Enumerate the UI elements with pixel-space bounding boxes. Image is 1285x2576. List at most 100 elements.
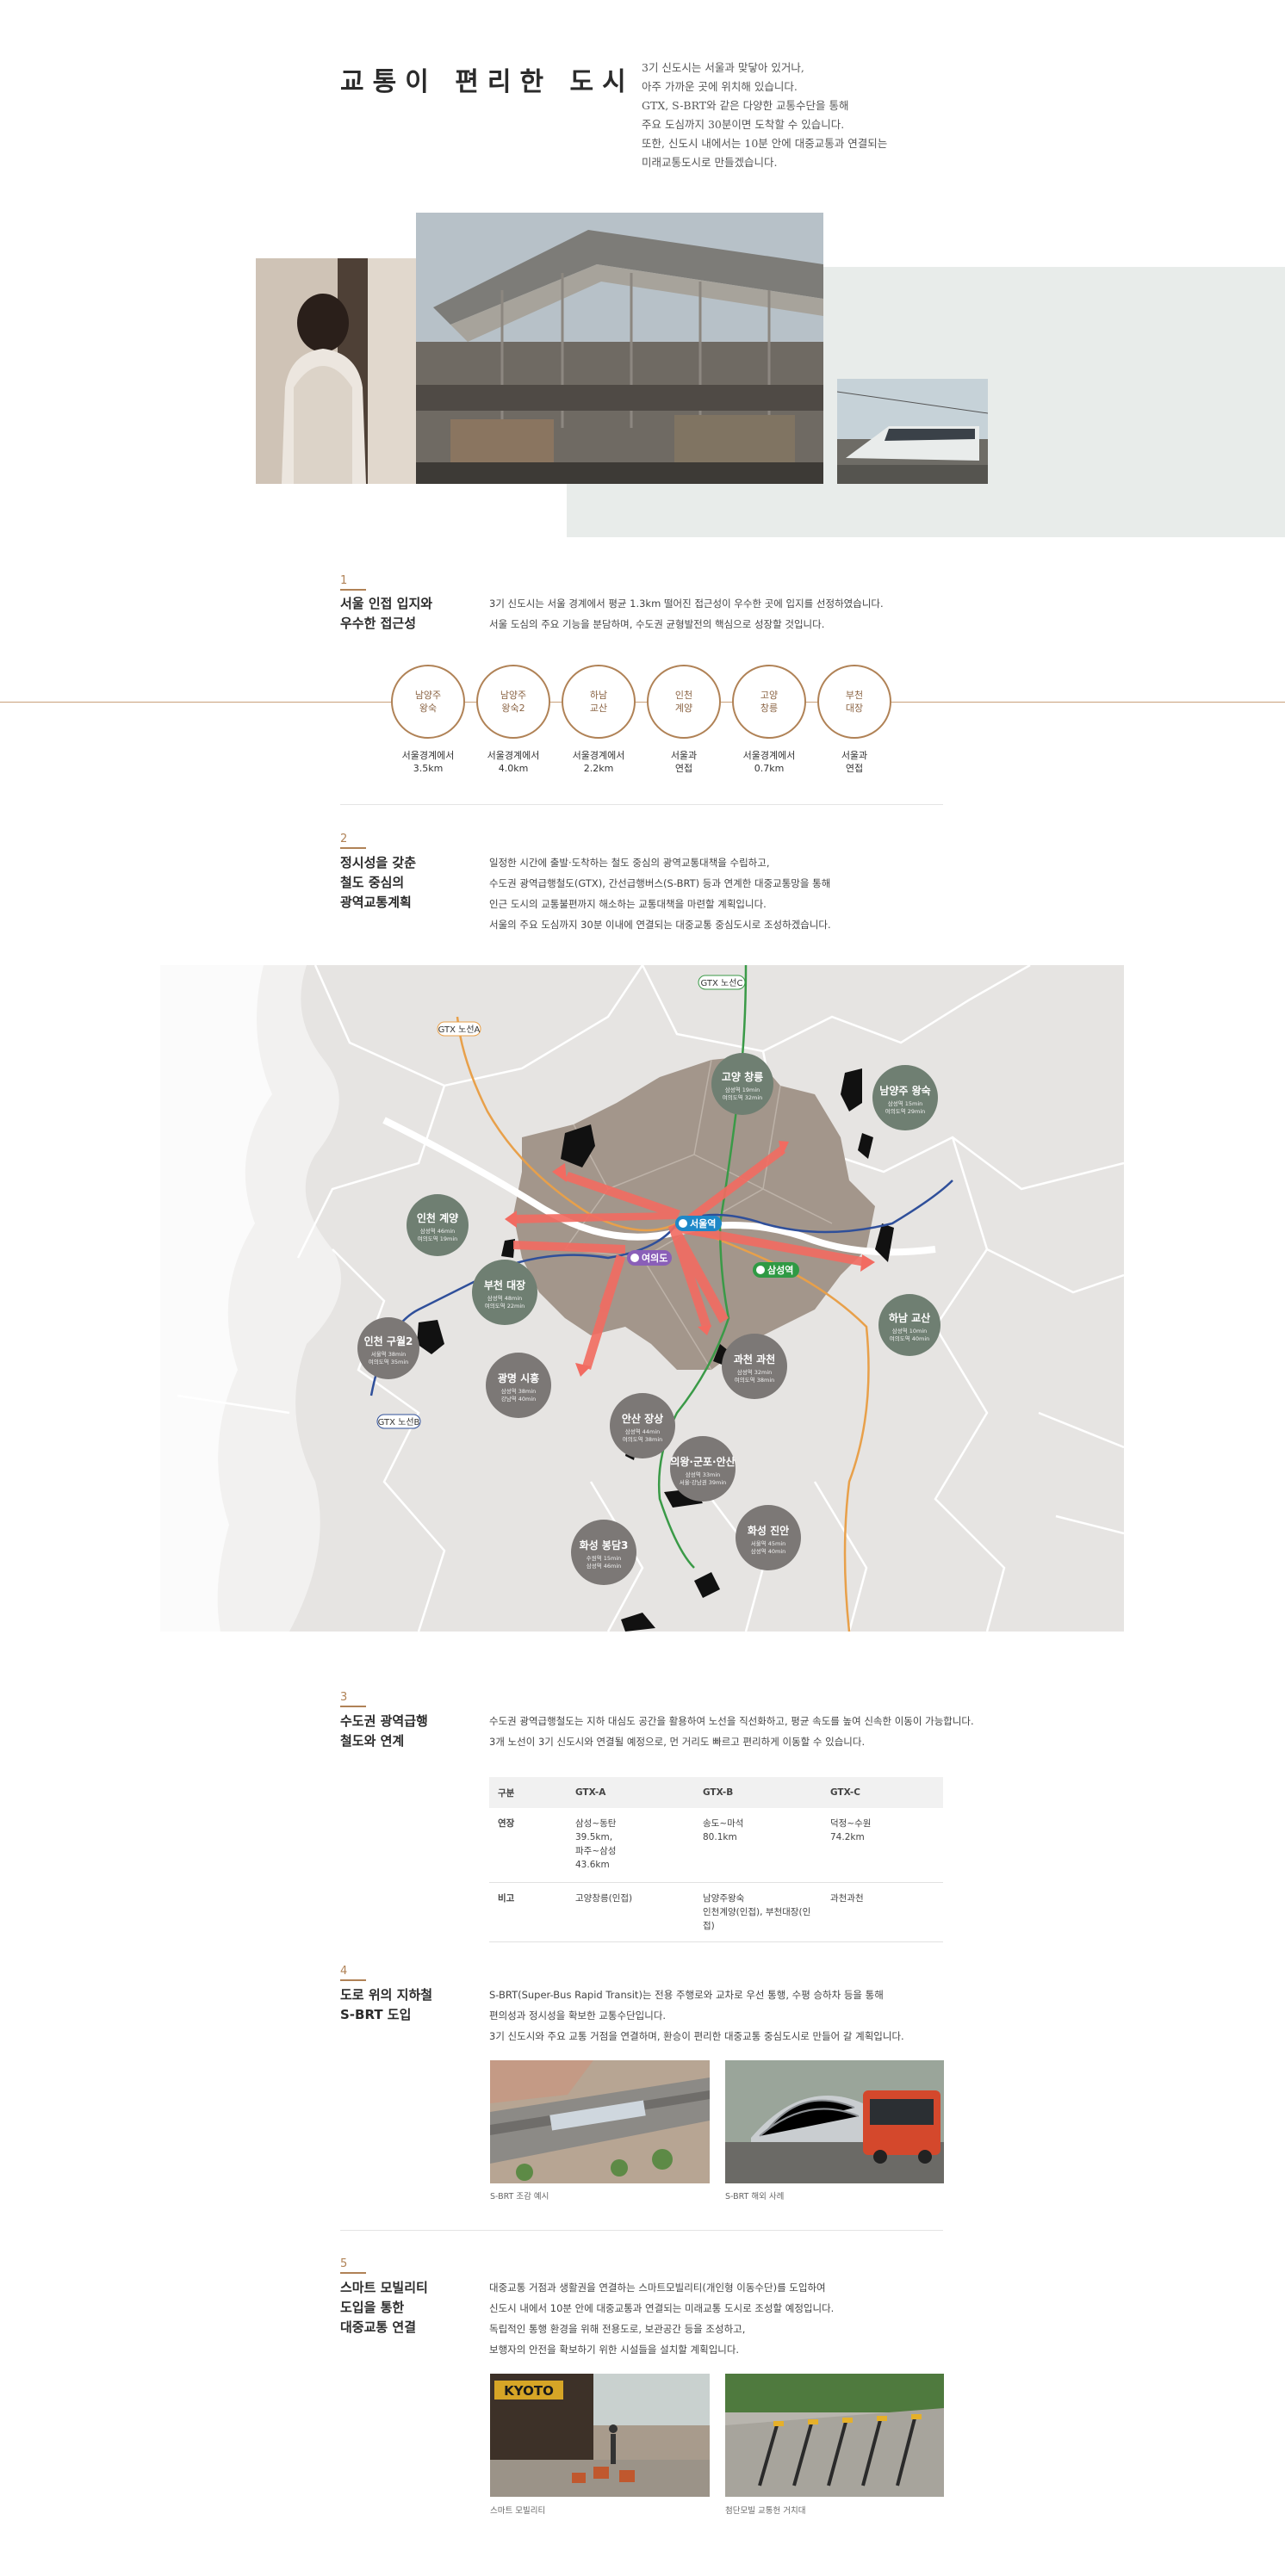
city-badge-info: 삼성역 38min	[501, 1387, 537, 1395]
section-separator	[340, 2230, 943, 2231]
circle-label: 왕숙	[419, 703, 438, 714]
caption-line: 서울경계에서	[742, 750, 796, 761]
table-cell: 송도~마석 80.1km	[694, 1808, 822, 1883]
station-yeouido: 여의도	[642, 1252, 667, 1264]
circle-caption: 서울경계에서 0.7km	[726, 749, 812, 775]
map-line-tag-c: GTX 노선C	[701, 978, 743, 988]
caption-line: 4.0km	[498, 763, 529, 774]
body-line: 일정한 시간에 출발·도착하는 철도 중심의 광역교통대책을 수립하고,	[489, 857, 770, 869]
circle-label: 고양	[760, 690, 779, 701]
gtx-table: 구분 GTX-A GTX-B GTX-C 연장 삼성~동탄 39.5km, 파주…	[489, 1777, 943, 1942]
city-badge	[407, 1194, 469, 1256]
circle-row-line	[0, 702, 1285, 703]
section-body: S-BRT(Super-Bus Rapid Transit)는 전용 주행로와 …	[489, 1985, 904, 2047]
map-line-tag-b: GTX 노선B	[378, 1417, 420, 1427]
body-line: 서울 도심의 주요 기능을 분담하며, 수도권 균형발전의 핵심으로 성장할 것…	[489, 618, 825, 630]
section-divider	[340, 1979, 366, 1981]
scooter-rack-photo	[725, 2374, 944, 2497]
cell-line: 덕정~수원	[830, 1818, 872, 1829]
body-line: 독립적인 통행 환경을 위해 전용도로, 보관공간 등을 조성하고,	[489, 2323, 746, 2335]
circle-caption: 서울경계에서 2.2km	[556, 749, 642, 775]
city-badge-name: 화성 봉담3	[580, 1539, 629, 1551]
city-badge-name: 인천 계양	[417, 1211, 458, 1224]
section-title-line: 광역교통계획	[340, 895, 412, 910]
circle-caption: 서울경계에서 4.0km	[470, 749, 556, 775]
section-number: 2	[340, 833, 348, 845]
section-divider	[340, 589, 366, 591]
intro-line: GTX, S-BRT와 같은 다양한 교통수단을 통해	[642, 99, 849, 112]
city-badge	[711, 1053, 773, 1115]
circle-caption: 서울경계에서 3.5km	[385, 749, 471, 775]
caption-line: 3.5km	[413, 763, 444, 774]
city-badge-info: 삼성역 40min	[751, 1547, 786, 1555]
city-badge	[357, 1317, 419, 1379]
section-divider	[340, 847, 366, 849]
table-row: 연장 삼성~동탄 39.5km, 파주~삼성 43.6km 송도~마석 80.1…	[489, 1808, 943, 1883]
circle-label: 남양주	[500, 690, 527, 701]
map-line-tag-a: GTX 노선A	[438, 1025, 481, 1035]
sbrt-overseas-photo	[725, 2060, 944, 2183]
section-title-line: 도로 위의 지하철	[340, 1987, 433, 2003]
table-row: 비고 고양창릉(인접) 남양주왕숙 인천계양(인접), 부천대장(인접) 과천과…	[489, 1882, 943, 1942]
intro-line: 주요 도심까지 30분이면 도착할 수 있습니다.	[642, 118, 845, 131]
storefront-sign: KYOTO	[504, 2383, 554, 2399]
city-circle-namyangju: 남양주 왕숙	[391, 665, 465, 739]
woman-photo	[256, 258, 416, 484]
circle-label: 창릉	[760, 703, 779, 714]
section-title-line: 대중교통 연결	[340, 2319, 417, 2335]
circle-label: 인천	[674, 690, 693, 701]
cell-line: 인천계양(인접), 부천대장(인접)	[703, 1907, 811, 1931]
section-body: 일정한 시간에 출발·도착하는 철도 중심의 광역교통대책을 수립하고, 수도권…	[489, 852, 831, 935]
cell-line: 고양창릉(인접)	[575, 1893, 633, 1904]
city-circle-goyang: 고양 창릉	[732, 665, 806, 739]
section-title-line: 수도권 광역급행	[340, 1713, 428, 1729]
body-line: 신도시 내에서 10분 안에 대중교통과 연결되는 미래교통 도시로 조성할 예…	[489, 2302, 835, 2314]
section-title-line: 스마트 모빌리티	[340, 2280, 428, 2295]
section-number: 3	[340, 1691, 348, 1704]
city-badge-name: 인천 구월2	[364, 1334, 413, 1347]
photo-caption: S-BRT 조감 예시	[490, 2192, 549, 2201]
city-badge-info: 여의도역 35min	[369, 1358, 409, 1365]
section-title: 수도권 광역급행 철도와 연계	[340, 1712, 428, 1751]
body-line: 3기 신도시는 서울 경계에서 평균 1.3km 떨어진 접근성이 우수한 곳에…	[489, 598, 884, 610]
city-badge-info: 삼성역 33min	[686, 1471, 721, 1478]
city-badge-info: 삼성역 46min	[420, 1227, 456, 1235]
caption-line: 서울과	[841, 750, 868, 761]
section-number: 5	[340, 2257, 348, 2270]
cell-line: 과천과천	[830, 1893, 864, 1904]
city-badge-name: 하남 교산	[889, 1311, 930, 1324]
city-badge-info: 삼성역 32min	[737, 1368, 773, 1376]
city-badge	[736, 1505, 801, 1570]
body-line: 보행자의 안전을 확보하기 위한 시설들을 설치할 계획입니다.	[489, 2344, 740, 2356]
section-title-line: S-BRT 도입	[340, 2007, 412, 2022]
section-title-line: 철도와 연계	[340, 1733, 405, 1749]
city-circle-hanam: 하남 교산	[562, 665, 636, 739]
city-badge-name: 부천 대장	[484, 1279, 525, 1291]
city-badge-info: 강남역 40min	[501, 1395, 537, 1403]
city-badge	[872, 1065, 938, 1130]
cell-line: 삼성~동탄	[575, 1818, 617, 1829]
city-badge-info: 여의도역 29min	[885, 1107, 926, 1115]
table-header: GTX-C	[822, 1777, 943, 1808]
city-badge-info: 삼성역 48min	[487, 1294, 523, 1302]
caption-line: 서울경계에서	[572, 750, 625, 761]
circle-label: 왕숙2	[501, 703, 525, 714]
section-number: 1	[340, 574, 348, 587]
photo-caption: S-BRT 해외 사례	[725, 2192, 785, 2201]
cell-line: 43.6km	[575, 1860, 610, 1870]
section-title-line: 도입을 통한	[340, 2300, 405, 2315]
station-photo	[416, 213, 823, 484]
section-title: 스마트 모빌리티 도입을 통한 대중교통 연결	[340, 2278, 428, 2338]
table-header: 구분	[489, 1777, 567, 1808]
cell-line: 80.1km	[703, 1832, 737, 1842]
page-title: 교통이 편리한 도시	[340, 67, 635, 97]
intro-line: 또한, 신도시 내에서는 10분 안에 대중교통과 연결되는	[642, 137, 888, 150]
section-divider	[340, 1706, 366, 1707]
section-separator	[340, 804, 943, 805]
city-badge-info: 서울역 38min	[371, 1350, 407, 1358]
city-badge	[571, 1520, 636, 1585]
cell-line: 74.2km	[830, 1832, 865, 1842]
city-circle-namyangju2: 남양주 왕숙2	[476, 665, 550, 739]
city-badge-name: 의왕·군포·안산	[670, 1455, 735, 1468]
cell-line: 남양주왕숙	[703, 1893, 745, 1904]
